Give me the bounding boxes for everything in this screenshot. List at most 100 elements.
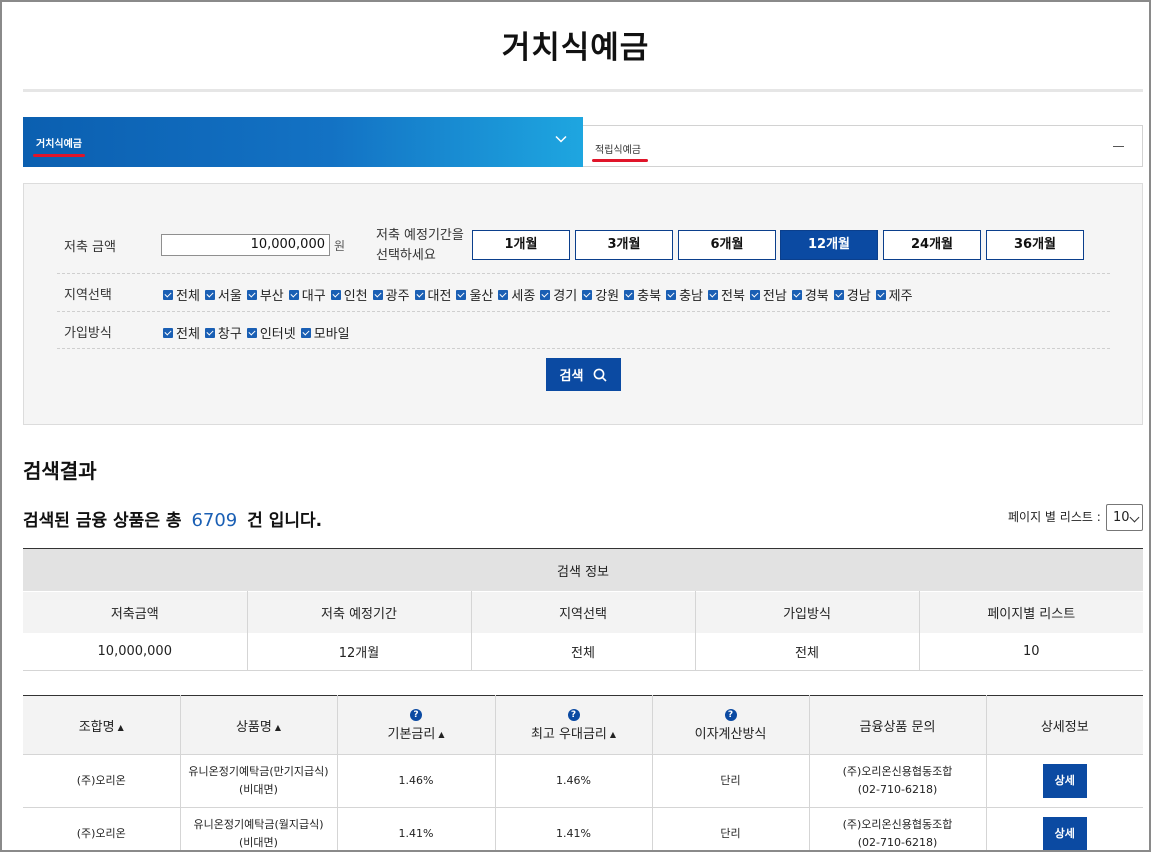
info-value: 전체 [471, 632, 696, 671]
method-checkbox[interactable]: 전체 [163, 323, 200, 342]
period-button-6m[interactable]: 6개월 [678, 230, 776, 260]
region-checkbox[interactable]: 울산 [456, 285, 493, 304]
region-checkbox[interactable]: 전남 [749, 285, 787, 304]
region-checkbox[interactable]: 경북 [791, 285, 829, 304]
checkbox-checked-icon[interactable] [372, 289, 383, 300]
region-checkbox-label: 대구 [301, 289, 326, 304]
tab-lump-sum-deposit[interactable]: 거치식예금 [23, 117, 583, 167]
search-button[interactable]: 검색 [546, 358, 621, 391]
info-table-caption: 검색 정보 [23, 548, 1144, 592]
region-checkbox[interactable]: 충남 [666, 285, 703, 304]
amount-input[interactable]: 10,000,000 [161, 234, 330, 256]
region-checkbox[interactable]: 강원 [582, 285, 619, 304]
info-header: 가입방식 [695, 591, 920, 633]
detail-button[interactable]: 상세 [1042, 764, 1087, 798]
region-label: 지역선택 [64, 288, 112, 303]
checkbox-checked-icon[interactable] [707, 289, 718, 300]
tab-installment-deposit[interactable]: 적립식예금 [583, 125, 1143, 167]
region-checkbox[interactable]: 제주 [875, 285, 913, 304]
region-checkbox[interactable]: 경남 [833, 285, 871, 304]
amount-unit: 원 [334, 239, 346, 253]
tab-underline [33, 154, 85, 157]
cell-product: 유니온정기예탁금(만기지급식) (비대면) [180, 754, 338, 808]
region-checkbox[interactable]: 충북 [624, 285, 661, 304]
cell-base-rate: 1.41% [337, 807, 496, 852]
checkbox-checked-icon[interactable] [163, 327, 173, 338]
region-checkbox[interactable]: 전체 [163, 285, 200, 304]
checkbox-checked-icon[interactable] [288, 289, 299, 300]
column-header-base-rate[interactable]: ? 기본금리 ▲ [337, 695, 496, 755]
checkbox-checked-icon[interactable] [300, 327, 311, 338]
region-checkbox-label: 세종 [511, 289, 536, 304]
region-checkbox-label: 강원 [595, 289, 620, 304]
sort-up-icon[interactable]: ▲ [118, 723, 124, 732]
region-checkbox[interactable]: 대구 [288, 285, 326, 304]
info-value: 10,000,000 [23, 632, 248, 671]
question-icon[interactable]: ? [567, 708, 580, 721]
checkbox-checked-icon[interactable] [540, 289, 551, 300]
amount-label: 저축 금액 [64, 240, 116, 255]
checkbox-checked-icon[interactable] [791, 289, 802, 300]
info-header: 저축 예정기간 [247, 591, 472, 633]
column-header-product[interactable]: 상품명 ▲ [180, 695, 338, 755]
results-count-number: 6709 [191, 510, 238, 531]
info-value: 전체 [695, 632, 920, 671]
checkbox-checked-icon[interactable] [749, 289, 760, 300]
region-checkbox[interactable]: 세종 [498, 285, 535, 304]
checkbox-checked-icon[interactable] [414, 289, 425, 300]
sort-up-icon[interactable]: ▲ [275, 723, 281, 732]
checkbox-checked-icon[interactable] [666, 289, 677, 300]
per-page-select[interactable]: 10 [1106, 504, 1143, 531]
region-checkbox-label: 서울 [217, 289, 242, 304]
period-button-12m[interactable]: 12개월 [780, 230, 878, 260]
checkbox-checked-icon[interactable] [246, 289, 257, 300]
region-checkbox[interactable]: 부산 [246, 285, 284, 304]
checkbox-checked-icon[interactable] [246, 327, 257, 338]
period-button-36m[interactable]: 36개월 [986, 230, 1084, 260]
region-checkbox[interactable]: 광주 [372, 285, 410, 304]
info-header: 저축금액 [23, 591, 248, 633]
checkbox-checked-icon[interactable] [833, 289, 844, 300]
period-button-24m[interactable]: 24개월 [883, 230, 981, 260]
cell-interest-method: 단리 [652, 807, 810, 852]
period-button-1m[interactable]: 1개월 [472, 230, 570, 260]
table-row: (주)오리온 유니온정기예탁금(만기지급식) (비대면) 1.46% 1.46% … [23, 754, 1143, 808]
question-icon[interactable]: ? [724, 708, 737, 721]
checkbox-checked-icon[interactable] [330, 289, 341, 300]
cell-max-rate: 1.46% [495, 754, 653, 808]
method-checkbox[interactable]: 인터넷 [246, 323, 296, 342]
detail-button[interactable]: 상세 [1042, 817, 1087, 851]
region-checkbox[interactable]: 서울 [204, 285, 242, 304]
method-checkbox-label: 모바일 [313, 327, 350, 342]
method-checkbox[interactable]: 모바일 [300, 323, 350, 342]
region-checkbox[interactable]: 경기 [540, 285, 577, 304]
sort-up-icon[interactable]: ▲ [438, 730, 444, 739]
search-icon [594, 368, 608, 382]
region-checkbox[interactable]: 대전 [414, 285, 451, 304]
minus-icon[interactable] [1113, 146, 1124, 147]
search-info-table: 검색 정보 저축금액 저축 예정기간 지역선택 가입방식 페이지별 리스트 10… [23, 548, 1144, 671]
column-header-union[interactable]: 조합명 ▲ [23, 695, 181, 755]
checkbox-checked-icon[interactable] [163, 289, 173, 300]
checkbox-checked-icon[interactable] [582, 289, 593, 300]
method-checkbox[interactable]: 창구 [204, 323, 242, 342]
region-checkbox-label: 경기 [553, 289, 578, 304]
product-channel: (비대면) [239, 836, 278, 849]
checkbox-checked-icon[interactable] [875, 289, 886, 300]
tab-label: 거치식예금 [36, 139, 82, 150]
question-icon[interactable]: ? [410, 708, 422, 721]
checkbox-checked-icon[interactable] [204, 327, 215, 338]
checkbox-checked-icon[interactable] [456, 289, 467, 300]
checkbox-checked-icon[interactable] [624, 289, 635, 300]
cell-contact: (주)오리온신용협동조합 (02-710-6218) [809, 754, 987, 808]
checkbox-checked-icon[interactable] [204, 289, 215, 300]
sort-up-icon[interactable]: ▲ [610, 730, 616, 739]
region-checkbox[interactable]: 인천 [330, 285, 368, 304]
column-header-max-rate[interactable]: ? 최고 우대금리 ▲ [495, 695, 653, 755]
contact-name: (주)오리온신용협동조합 [842, 818, 953, 831]
region-checkbox[interactable]: 전북 [707, 285, 745, 304]
checkbox-checked-icon[interactable] [498, 289, 509, 300]
period-button-3m[interactable]: 3개월 [575, 230, 673, 260]
column-header-contact: 금융상품 문의 [809, 695, 987, 755]
chevron-down-icon[interactable] [555, 133, 567, 145]
